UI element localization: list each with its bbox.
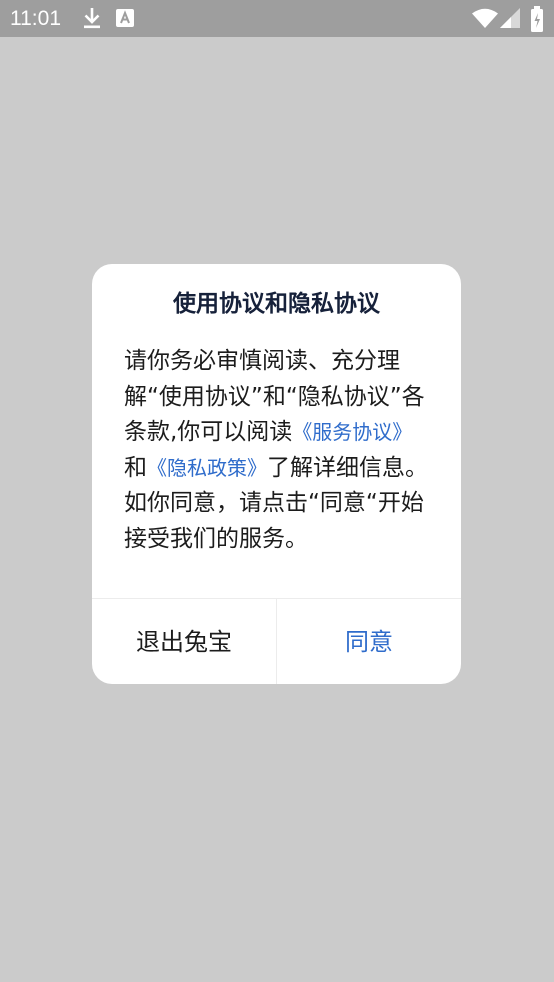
exit-button[interactable]: 退出兔宝: [92, 599, 276, 684]
wifi-icon: [472, 8, 498, 32]
notification-a-icon: [116, 9, 134, 33]
privacy-dialog: 使用协议和隐私协议 请你务必审慎阅读、充分理解“使用协议”和“隐私协议”各条款,…: [92, 264, 461, 684]
download-icon: [82, 6, 102, 30]
agree-button[interactable]: 同意: [277, 599, 461, 684]
status-bar: 11:01: [0, 0, 554, 37]
dialog-title: 使用协议和隐私协议: [173, 291, 380, 317]
service-agreement-link[interactable]: 《服务协议》: [292, 420, 412, 444]
battery-icon: [530, 6, 544, 32]
dialog-button-row: 退出兔宝 同意: [92, 598, 461, 684]
status-time: 11:01: [10, 7, 61, 30]
dialog-message: 请你务必审慎阅读、充分理解“使用协议”和“隐私协议”各条款,你可以阅读《服务协议…: [124, 344, 432, 557]
signal-icon: [500, 8, 520, 32]
privacy-policy-link[interactable]: 《隐私政策》: [147, 456, 267, 480]
message-text-2: 和: [124, 454, 147, 481]
